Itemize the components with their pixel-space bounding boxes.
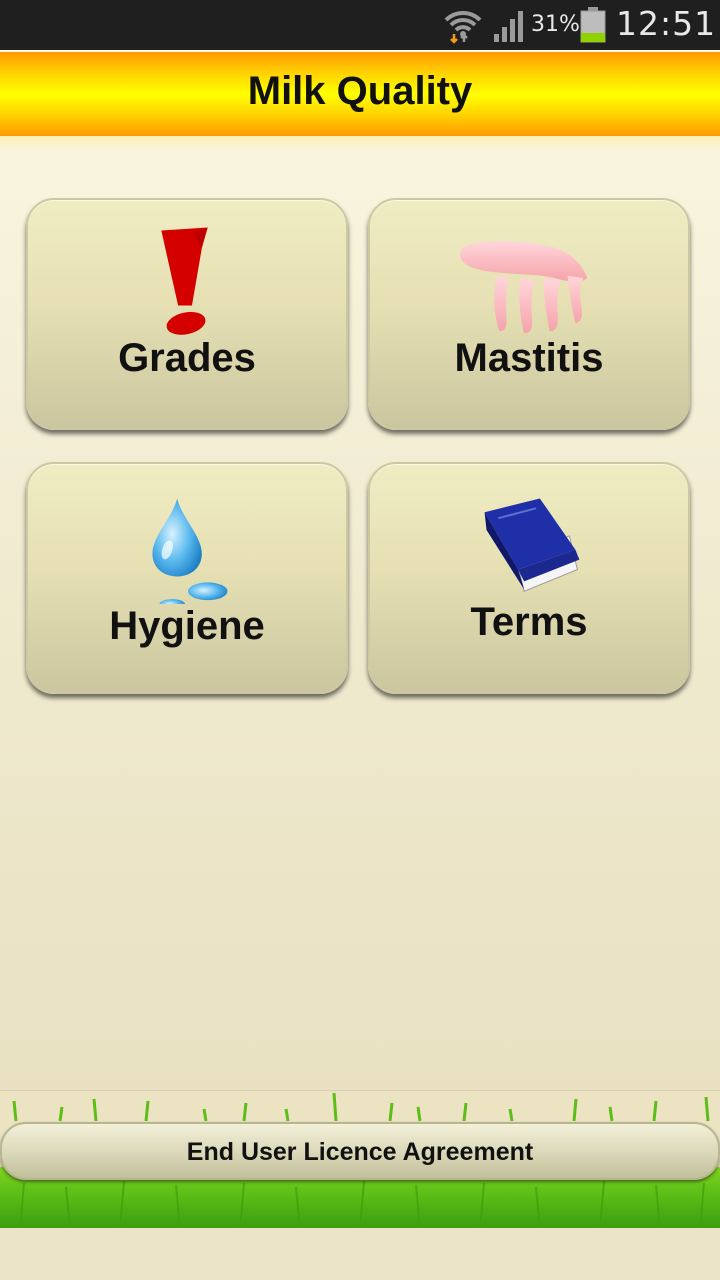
status-bar: 31% 12:51 [0, 0, 720, 50]
page-title: Milk Quality [247, 69, 473, 113]
signal-icon [494, 11, 523, 42]
wifi-icon [444, 10, 482, 44]
header-shadow [0, 136, 720, 150]
udder-icon [460, 241, 588, 334]
exclamation-icon [161, 227, 208, 335]
mastitis-label: Mastitis [454, 336, 604, 380]
battery-icon [580, 7, 606, 43]
clock: 12:51 [616, 4, 717, 43]
bottom-strip [0, 1228, 720, 1280]
terms-button[interactable]: Terms [368, 462, 690, 694]
terms-label: Terms [470, 600, 588, 644]
water-drop-icon [152, 498, 228, 604]
app-header: Milk Quality [0, 52, 720, 136]
mastitis-button[interactable]: Mastitis [368, 198, 690, 430]
hygiene-button[interactable]: Hygiene [26, 462, 348, 694]
hygiene-label: Hygiene [109, 604, 265, 648]
dictionary-book-icon [484, 498, 580, 592]
eula-label: End User Licence Agreement [186, 1138, 534, 1166]
battery-percent: 31% [531, 12, 580, 37]
eula-button[interactable]: End User Licence Agreement [0, 1122, 720, 1180]
grades-label: Grades [118, 336, 256, 380]
grades-button[interactable]: Grades [26, 198, 348, 430]
